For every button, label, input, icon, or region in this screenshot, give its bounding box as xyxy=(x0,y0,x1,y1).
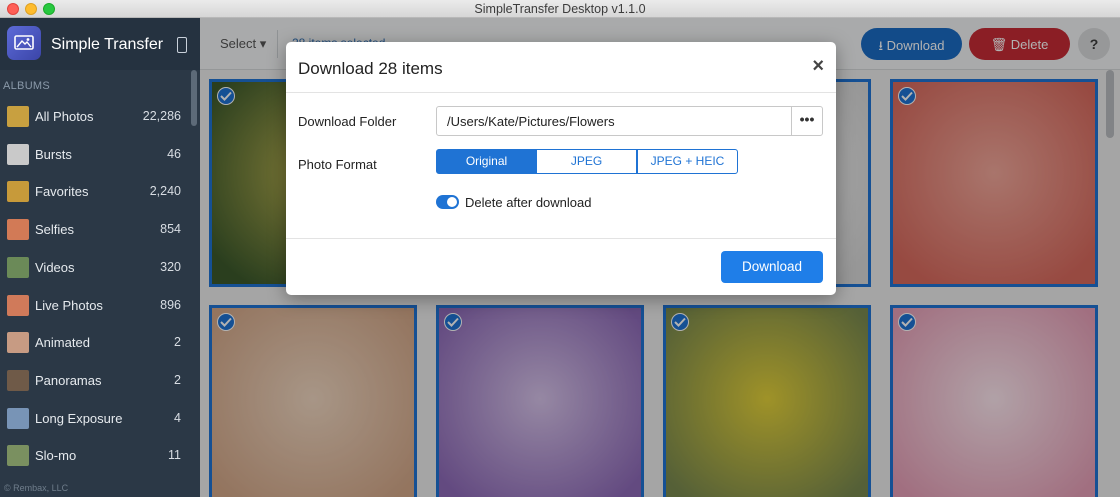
album-count: 46 xyxy=(167,146,181,161)
sidebar-item-album[interactable]: Videos 320 xyxy=(0,248,200,285)
album-count: 854 xyxy=(160,222,181,237)
delete-after-toggle[interactable] xyxy=(436,195,459,209)
album-count: 896 xyxy=(160,297,181,312)
album-name: Selfies xyxy=(35,222,75,238)
sidebar-item-album[interactable]: Panoramas 2 xyxy=(0,361,200,398)
album-count: 320 xyxy=(160,259,181,274)
album-thumbnail xyxy=(7,407,29,429)
photo-format-label: Photo Format xyxy=(298,157,377,172)
album-name: Slo-mo xyxy=(35,448,77,464)
app-window: SimpleTransfer Desktop v1.1.0 Simple Tra… xyxy=(0,0,1120,497)
brand-header: Simple Transfer xyxy=(0,18,200,70)
album-count: 2 xyxy=(174,372,181,387)
sidebar-item-album[interactable]: All Photos 22,286 xyxy=(0,97,200,134)
window-title: SimpleTransfer Desktop v1.1.0 xyxy=(474,2,646,16)
dialog-download-button[interactable]: Download xyxy=(721,251,823,283)
album-thumbnail xyxy=(7,332,29,354)
sidebar: Simple Transfer ALBUMS All Photos 22,286 B… xyxy=(0,18,200,497)
album-name: Videos xyxy=(35,259,75,275)
sidebar-item-album[interactable]: Animated 2 xyxy=(0,323,200,360)
album-name: All Photos xyxy=(35,109,94,124)
sidebar-scrollbar[interactable] xyxy=(191,70,197,126)
album-name: Animated xyxy=(35,335,90,351)
sidebar-item-album[interactable]: Favorites 2,240 xyxy=(0,172,200,209)
album-name: Live Photos xyxy=(35,297,103,313)
album-name: Long Exposure xyxy=(35,410,123,426)
album-count: 2 xyxy=(174,335,181,350)
albums-header: ALBUMS xyxy=(3,80,51,92)
album-thumbnail xyxy=(7,106,29,127)
format-option-jpeg-heic[interactable]: JPEG + HEIC xyxy=(637,149,738,174)
toggle-knob xyxy=(447,197,457,207)
album-name: Favorites xyxy=(35,184,89,200)
close-icon[interactable]: × xyxy=(812,55,824,78)
dialog-title: Download 28 items xyxy=(298,59,443,78)
album-thumbnail xyxy=(7,219,29,241)
sidebar-item-album[interactable]: Selfies 854 xyxy=(0,210,200,247)
download-folder-field[interactable]: /Users/Kate/Pictures/Flowers xyxy=(436,106,792,136)
download-dialog: Download 28 items × Download Folder /Use… xyxy=(286,42,836,295)
browse-folder-button[interactable]: ••• xyxy=(791,106,823,136)
album-thumbnail xyxy=(7,369,29,391)
album-thumbnail xyxy=(7,445,29,467)
album-name: Panoramas xyxy=(35,372,102,388)
album-count: 22,286 xyxy=(142,109,181,123)
delete-after-label: Delete after download xyxy=(465,195,592,210)
album-thumbnail xyxy=(7,256,29,278)
sidebar-item-album[interactable]: Long Exposure 4 xyxy=(0,399,200,436)
album-thumbnail xyxy=(7,181,29,203)
sidebar-item-album[interactable]: Bursts 46 xyxy=(0,135,200,172)
title-bar: SimpleTransfer Desktop v1.1.0 xyxy=(0,0,1120,18)
app-logo-icon xyxy=(7,26,41,60)
album-count: 4 xyxy=(174,410,181,425)
phone-icon[interactable] xyxy=(177,37,187,53)
album-count: 11 xyxy=(168,448,181,463)
album-thumbnail xyxy=(7,143,29,165)
brand-name: Simple Transfer xyxy=(51,36,164,53)
copyright-footer: © Rembax, LLC xyxy=(4,483,69,493)
album-name: Bursts xyxy=(35,146,72,162)
album-count: 2,240 xyxy=(149,184,181,199)
album-thumbnail xyxy=(7,294,29,316)
format-option-jpeg[interactable]: JPEG xyxy=(536,149,637,174)
sidebar-item-album[interactable]: Slo-mo 11 xyxy=(0,436,200,473)
sidebar-item-album[interactable]: Live Photos 896 xyxy=(0,286,200,323)
dialog-divider xyxy=(286,92,836,93)
format-option-original[interactable]: Original xyxy=(436,149,537,174)
download-folder-label: Download Folder xyxy=(298,114,397,129)
dialog-divider xyxy=(286,238,836,239)
